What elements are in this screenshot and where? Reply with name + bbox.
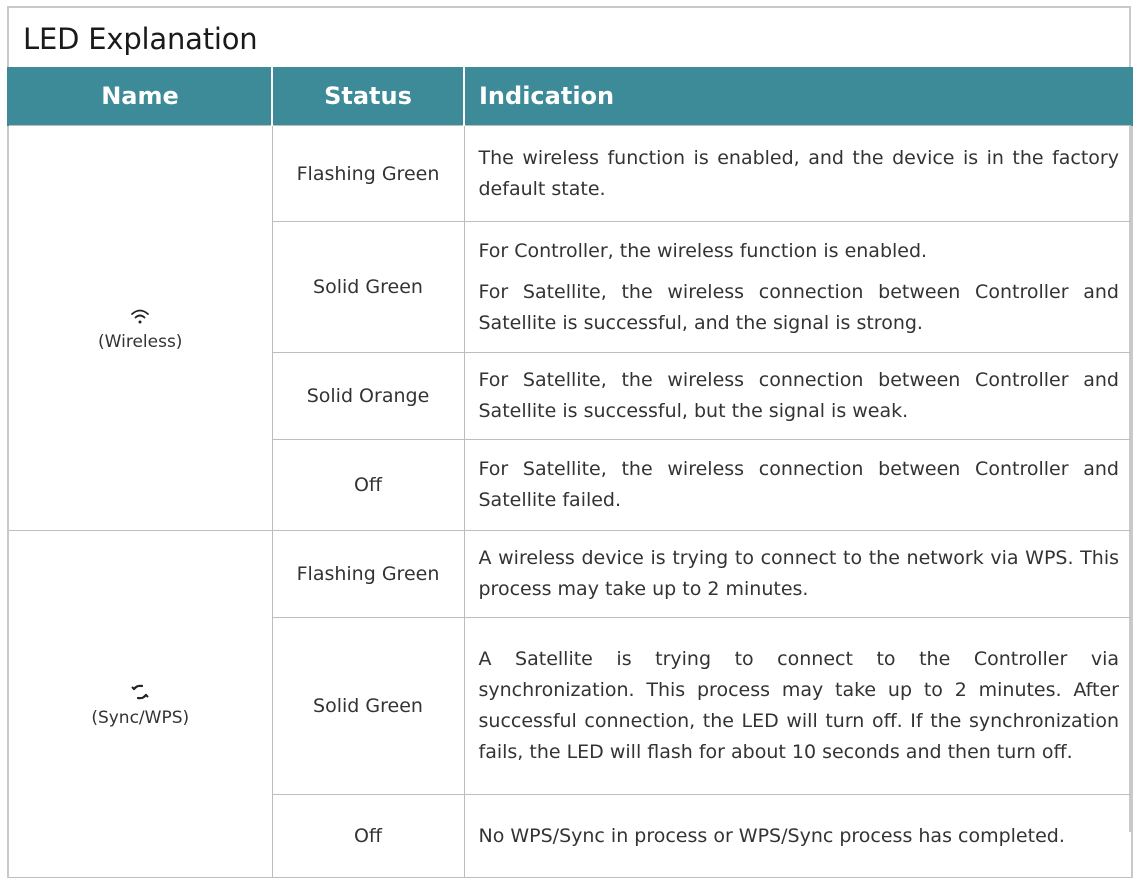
indication-text: For Satellite, the wireless connection b…: [478, 458, 1120, 511]
indication-cell: For Satellite, the wireless connection b…: [463, 352, 1133, 440]
header-status: Status: [271, 67, 465, 126]
indication-cell: No WPS/Sync in process or WPS/Sync proce…: [463, 794, 1133, 878]
page-title: LED Explanation: [23, 22, 258, 56]
status-cell: Flashing Green: [271, 125, 465, 222]
indication-text: No WPS/Sync in process or WPS/Sync proce…: [478, 824, 1065, 847]
wifi-icon: [131, 309, 150, 324]
status-cell: Off: [271, 439, 465, 531]
led-name-cell-wireless: (Wireless): [7, 125, 273, 531]
page: LED Explanation Name Status Indication (…: [0, 0, 1134, 878]
indication-cell: For Satellite, the wireless connection b…: [463, 439, 1133, 531]
led-table: Name Status Indication (Wireless) Flashi…: [7, 67, 1133, 878]
header-indication: Indication: [463, 67, 1133, 126]
title-bar: LED Explanation: [9, 8, 1129, 67]
sync-icon: [131, 684, 149, 700]
led-name-label: (Wireless): [98, 332, 183, 352]
led-name-cell-sync: (Sync/WPS): [7, 530, 273, 878]
indication-cell: For Controller, the wireless function is…: [463, 221, 1133, 353]
indication-text: For Satellite, the wireless connection b…: [478, 280, 1120, 334]
status-cell: Off: [271, 794, 465, 878]
indication-text: For Controller, the wireless function is…: [478, 239, 928, 262]
status-cell: Flashing Green: [271, 530, 465, 618]
led-explanation-box: LED Explanation Name Status Indication (…: [7, 6, 1133, 878]
status-cell: Solid Green: [271, 617, 465, 795]
indication-cell: A Satellite is trying to connect to the …: [463, 617, 1133, 795]
indication-cell: A wireless device is trying to connect t…: [463, 530, 1133, 618]
table-row: (Sync/WPS) Flashing Green A wireless dev…: [7, 530, 1133, 878]
table-row: (Wireless) Flashing Green The wireless f…: [7, 125, 1133, 531]
led-name-label: (Sync/WPS): [91, 708, 190, 728]
indication-text: A wireless device is trying to connect t…: [478, 547, 1120, 600]
indication-text: The wireless function is enabled, and th…: [478, 146, 1120, 200]
indication-text: For Satellite, the wireless connection b…: [478, 369, 1120, 422]
status-cell: Solid Orange: [271, 352, 465, 440]
header-name: Name: [7, 67, 273, 126]
indication-text: A Satellite is trying to connect to the …: [478, 648, 1120, 763]
indication-cell: The wireless function is enabled, and th…: [463, 125, 1133, 222]
status-cell: Solid Green: [271, 221, 465, 353]
table-header-row: Name Status Indication: [7, 67, 1133, 126]
